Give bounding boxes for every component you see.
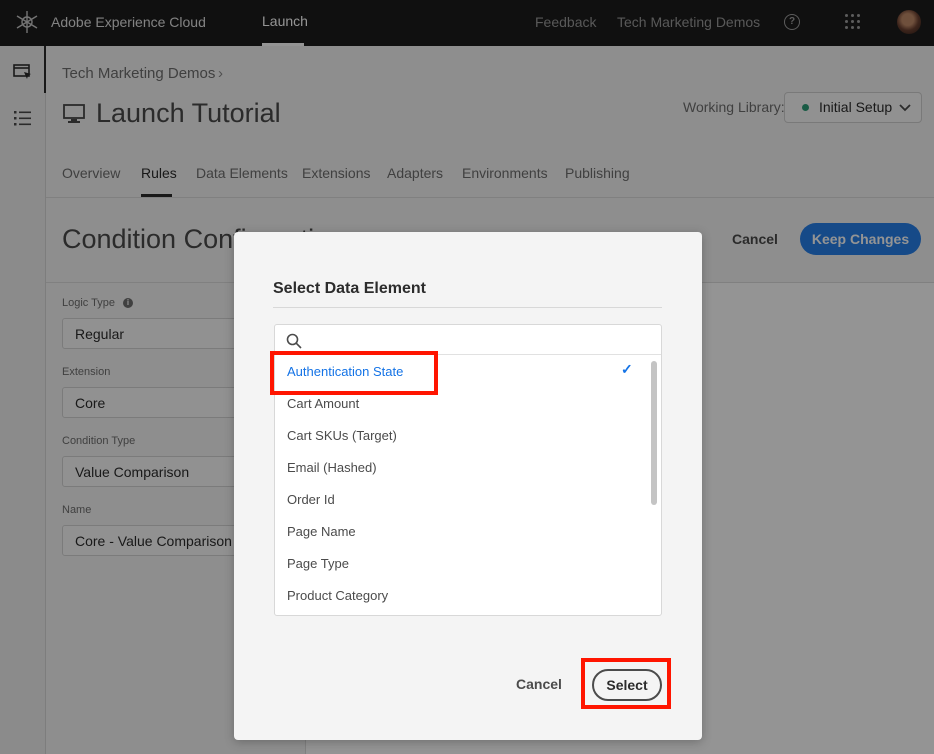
scrollbar-thumb[interactable] bbox=[651, 361, 657, 505]
search-input[interactable] bbox=[309, 329, 649, 351]
dialog-title: Select Data Element bbox=[273, 280, 426, 297]
dialog-divider bbox=[273, 307, 662, 308]
list-item[interactable]: Product Category bbox=[287, 588, 388, 603]
list-item[interactable]: Page Type bbox=[287, 556, 349, 571]
list-item[interactable]: Cart Amount bbox=[287, 396, 359, 411]
list-item[interactable]: Order Id bbox=[287, 492, 335, 507]
highlight-authentication-state bbox=[270, 351, 438, 395]
list-item[interactable]: Page Name bbox=[287, 524, 356, 539]
checkmark-icon: ✓ bbox=[621, 361, 633, 377]
highlight-select-button bbox=[581, 658, 671, 709]
list-item[interactable]: Cart SKUs (Target) bbox=[287, 428, 397, 443]
dialog-cancel-button[interactable]: Cancel bbox=[516, 676, 562, 692]
list-item[interactable]: Email (Hashed) bbox=[287, 460, 377, 475]
search-icon bbox=[286, 333, 302, 349]
